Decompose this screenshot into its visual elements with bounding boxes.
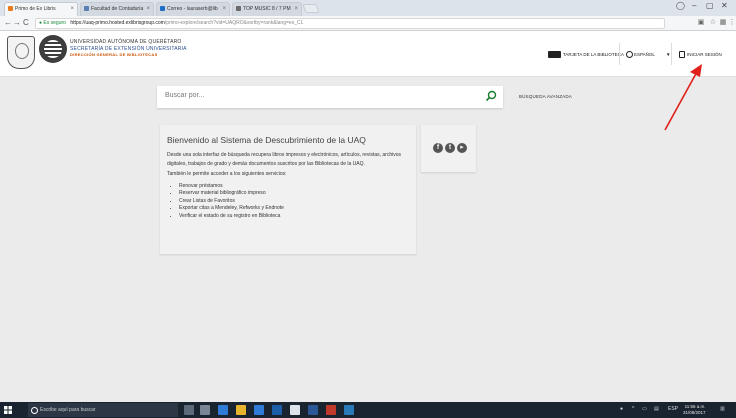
library-card-icon bbox=[548, 51, 561, 59]
task-view-icon[interactable] bbox=[200, 405, 210, 415]
chevron-down-icon: ▼ bbox=[666, 52, 671, 57]
address-bar: ← → C ● Es seguro https://uaq-primo.host… bbox=[0, 16, 736, 31]
extension-icon[interactable]: ▣ bbox=[697, 19, 705, 27]
search-input[interactable]: Buscar por... bbox=[165, 92, 204, 99]
globe-icon bbox=[626, 51, 633, 59]
close-tab-icon[interactable]: × bbox=[70, 3, 74, 15]
menu-icon[interactable]: ⋮ bbox=[728, 19, 736, 27]
welcome-services-intro: También le permite acceder a los siguien… bbox=[167, 171, 287, 177]
close-window-icon[interactable]: ✕ bbox=[721, 1, 728, 10]
new-tab-button[interactable] bbox=[302, 4, 320, 13]
language-selector[interactable]: ESPAÑOL ▼ bbox=[626, 51, 671, 59]
library-logo[interactable] bbox=[39, 35, 67, 63]
keyboard-icon[interactable]: ▤ bbox=[654, 406, 659, 412]
profile-icon[interactable]: ◯ bbox=[676, 1, 685, 10]
social-links-card: f t ▸ bbox=[421, 125, 476, 172]
advanced-search-link[interactable]: BÚSQUEDA AVANZADA bbox=[519, 94, 572, 99]
windows-taskbar: Escribe aquí para buscar ● ^ ▭ ▤ ESP 11:… bbox=[0, 402, 736, 418]
site-header: UNIVERSIDAD AUTÓNOMA DE QUERÉTARO SECRET… bbox=[0, 31, 736, 77]
browser-tab-music[interactable]: TOP MUSIC 8 / 7 PM × bbox=[232, 2, 302, 16]
reload-icon[interactable]: C bbox=[23, 18, 29, 27]
tray-chevron-icon[interactable]: ^ bbox=[632, 406, 634, 412]
app-icon[interactable] bbox=[344, 405, 354, 415]
twitter-icon[interactable]: t bbox=[445, 143, 455, 153]
service-item: Renovar préstamos bbox=[179, 183, 409, 191]
edge-icon[interactable] bbox=[218, 405, 228, 415]
library-card-link[interactable]: TARJETA DE LA BIBLIOTECA bbox=[548, 51, 624, 59]
word-icon[interactable] bbox=[308, 405, 318, 415]
taskbar-search-input[interactable]: Escribe aquí para buscar bbox=[28, 403, 178, 417]
outlook-favicon-icon bbox=[160, 6, 165, 11]
browser-tab-primo[interactable]: Primo de Ex Libris × bbox=[4, 2, 78, 16]
extension-icon[interactable]: ▦ bbox=[719, 19, 727, 27]
institution-library: DIRECCIÓN GENERAL DE BIBLIOTECAS bbox=[70, 52, 158, 57]
institution-name: UNIVERSIDAD AUTÓNOMA DE QUERÉTARO bbox=[70, 39, 182, 45]
close-tab-icon[interactable]: × bbox=[222, 3, 226, 15]
close-tab-icon[interactable]: × bbox=[146, 3, 150, 15]
maximize-icon[interactable]: ▢ bbox=[706, 1, 714, 10]
bookmark-star-icon[interactable]: ☆ bbox=[709, 19, 717, 27]
mail-icon[interactable] bbox=[272, 405, 282, 415]
browser-tab-correo[interactable]: Correo - lauraserb@lib × bbox=[156, 2, 230, 16]
forward-icon[interactable]: → bbox=[13, 18, 21, 27]
microphone-icon[interactable] bbox=[184, 405, 194, 415]
search-icon[interactable] bbox=[485, 90, 497, 102]
minimize-icon[interactable]: – bbox=[692, 1, 696, 10]
service-item: Verificar el estado de su registro en Bi… bbox=[179, 213, 409, 221]
welcome-description: Desde una sola interfaz de búsqueda recu… bbox=[167, 152, 402, 167]
people-icon[interactable]: ● bbox=[620, 406, 623, 412]
university-shield-logo[interactable] bbox=[7, 36, 35, 69]
browser-tab-facultad[interactable]: Facultad de Contaduría × bbox=[80, 2, 154, 16]
file-explorer-icon[interactable] bbox=[236, 405, 246, 415]
facebook-icon[interactable]: f bbox=[433, 143, 443, 153]
back-icon[interactable]: ← bbox=[4, 18, 12, 27]
close-tab-icon[interactable]: × bbox=[294, 3, 298, 15]
notifications-icon[interactable]: ▥ bbox=[720, 406, 725, 412]
services-list: Renovar préstamos Reservar material bibl… bbox=[167, 183, 409, 221]
service-item: Exportar citas a Mendeley, Refworks y En… bbox=[179, 205, 409, 213]
annotation-arrow bbox=[664, 64, 702, 131]
header-divider bbox=[619, 43, 620, 65]
signin-icon bbox=[679, 51, 685, 59]
lock-icon: ● bbox=[39, 20, 43, 26]
url-field[interactable]: ● Es seguro https://uaq-primo.hosted.exl… bbox=[35, 18, 665, 29]
browser-tab-bar: Primo de Ex Libris × Facultad de Contadu… bbox=[0, 0, 736, 16]
site-favicon-icon bbox=[84, 6, 89, 11]
service-item: Reservar material bibliográfico impreso bbox=[179, 190, 409, 198]
language-indicator[interactable]: ESP bbox=[668, 406, 678, 412]
music-favicon-icon bbox=[236, 6, 241, 11]
powerpoint-icon[interactable] bbox=[326, 405, 336, 415]
signin-button[interactable]: INICIAR SESIÓN bbox=[679, 51, 722, 59]
store-icon[interactable] bbox=[254, 405, 264, 415]
welcome-title: Bienvenido al Sistema de Descubrimiento … bbox=[167, 135, 366, 145]
windows-start-icon[interactable] bbox=[4, 406, 12, 414]
service-item: Crear Listas de Favoritos bbox=[179, 198, 409, 206]
network-icon[interactable]: ▭ bbox=[642, 406, 647, 412]
primo-favicon-icon bbox=[8, 6, 13, 11]
taskbar-clock[interactable]: 11:56 a.m. 31/08/2017 bbox=[683, 404, 706, 416]
youtube-icon[interactable]: ▸ bbox=[457, 143, 467, 153]
search-bar[interactable]: Buscar por... bbox=[157, 86, 503, 108]
welcome-card: Bienvenido al Sistema de Descubrimiento … bbox=[160, 125, 416, 254]
chrome-icon[interactable] bbox=[290, 405, 300, 415]
